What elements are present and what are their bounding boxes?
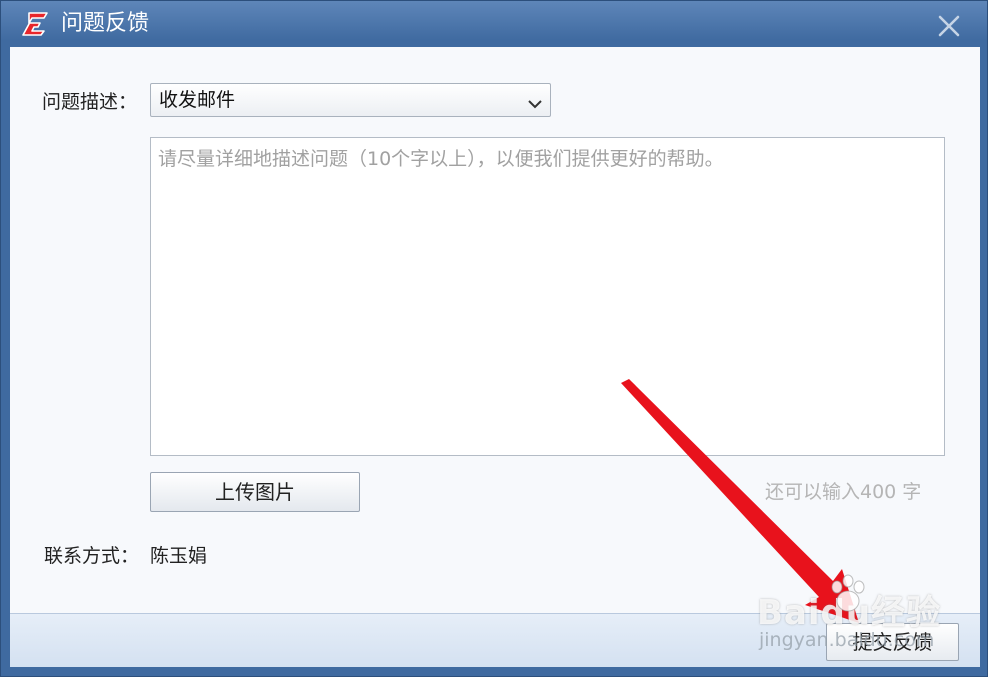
app-logo-icon (20, 11, 50, 37)
category-dropdown[interactable]: 收发邮件 (150, 83, 551, 117)
chevron-down-icon (527, 95, 543, 109)
dialog-footer: 提交反馈 (10, 613, 980, 667)
window-title: 问题反馈 (61, 11, 150, 36)
title-bar[interactable]: 问题反馈 (1, 1, 988, 47)
dialog-content: 问题描述： 收发邮件 请尽量详细地描述问题（10个字以上），以便我们提供更好的帮… (10, 47, 980, 667)
feedback-dialog: 问题反馈 问题描述： 收发邮件 请尽量详细地描述问题（10个字以上），以便我们提… (0, 0, 988, 677)
contact-label: 联系方式： (44, 545, 140, 567)
description-textarea[interactable]: 请尽量详细地描述问题（10个字以上），以便我们提供更好的帮助。 (150, 137, 945, 456)
char-counter: 还可以输入400 字 (765, 481, 922, 503)
category-label: 问题描述： (42, 91, 138, 113)
category-selected-value: 收发邮件 (159, 89, 236, 111)
description-placeholder: 请尽量详细地描述问题（10个字以上），以便我们提供更好的帮助。 (158, 148, 724, 170)
submit-feedback-button[interactable]: 提交反馈 (826, 623, 959, 661)
close-icon[interactable] (932, 11, 966, 41)
contact-value: 陈玉娟 (150, 545, 208, 567)
upload-image-button[interactable]: 上传图片 (150, 472, 360, 512)
